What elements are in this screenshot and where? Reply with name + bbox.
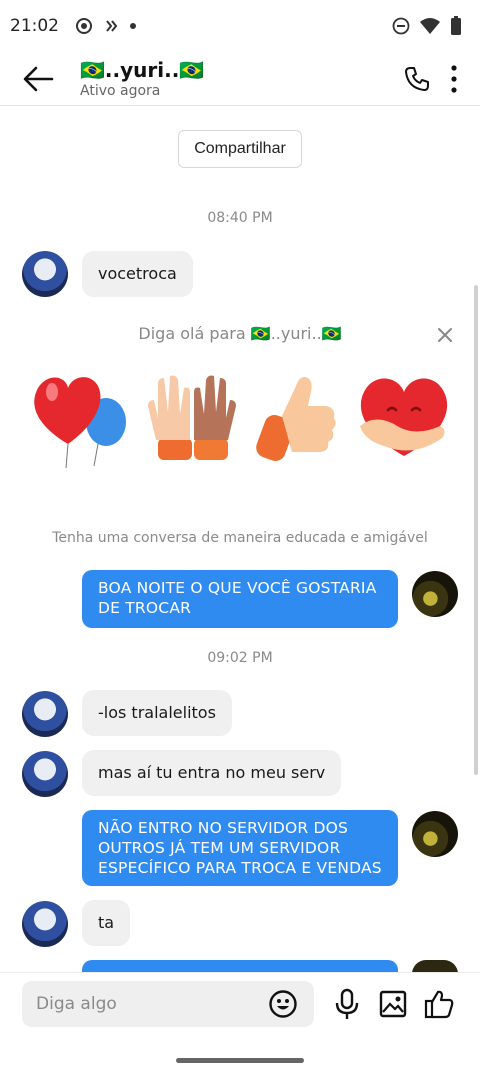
wifi-icon (420, 18, 440, 34)
message-composer: Diga algo (0, 972, 480, 1074)
message-bubble-outgoing[interactable]: NÃO ENTRO NO SERVIDOR DOS OUTROS JÁ TEM … (82, 810, 398, 886)
message-input-placeholder: Diga algo (36, 994, 117, 1014)
message-bubble-incoming[interactable]: mas aí tu entra no meu serv (82, 750, 342, 796)
hugging-heart-sticker[interactable] (354, 366, 454, 470)
home-indicator[interactable] (176, 1058, 304, 1063)
message-text: BOA NOITE O QUE VOCÊ GOSTARIA DE TROCAR (98, 579, 377, 617)
user-avatar[interactable] (412, 811, 458, 857)
close-icon (438, 328, 452, 342)
message-text: -los tralalelitos (98, 703, 216, 722)
message-text: vocetroca (98, 264, 177, 283)
status-left-icons (75, 17, 137, 35)
contact-avatar[interactable] (22, 691, 68, 737)
arrow-left-icon (23, 66, 54, 91)
message-bubble-incoming[interactable]: vocetroca (82, 251, 193, 297)
message-text: ta (98, 913, 115, 932)
message-bubble-incoming[interactable]: -los tralalelitos (82, 690, 232, 736)
share-button[interactable]: Compartilhar (178, 130, 302, 168)
dot-icon (130, 23, 136, 29)
contact-avatar[interactable] (22, 751, 68, 797)
scrollbar[interactable] (474, 285, 478, 775)
timestamp: 08:40 PM (207, 210, 273, 226)
message-bubble-outgoing[interactable]: BOA NOITE O QUE VOCÊ GOSTARIA DE TROCAR (82, 570, 398, 628)
high-five-sticker[interactable] (142, 366, 242, 470)
status-bar: 21:02 (0, 0, 480, 52)
greeting-close-button[interactable] (434, 324, 456, 346)
image-icon (379, 990, 407, 1018)
etiquette-notice: Tenha uma conversa de maneira educada e … (52, 530, 428, 546)
contact-avatar[interactable] (22, 251, 68, 297)
contact-name: 🇧🇷..yuri..🇧🇷 (80, 57, 205, 82)
message-text: NÃO ENTRO NO SERVIDOR DOS OUTROS JÁ TEM … (98, 819, 382, 877)
status-time: 21:02 (10, 16, 59, 36)
microphone-icon (335, 988, 359, 1019)
status-right-icons (392, 16, 462, 36)
contact-avatar[interactable] (22, 901, 68, 947)
do-not-disturb-icon (392, 17, 410, 35)
like-button[interactable] (422, 987, 456, 1021)
app-notification-icon (106, 20, 118, 32)
timestamp: 09:02 PM (207, 650, 273, 666)
header-actions (404, 64, 458, 93)
contact-status: Ativo agora (80, 82, 161, 99)
gallery-button[interactable] (376, 987, 410, 1021)
thumbs-up-icon (424, 990, 454, 1019)
phone-icon[interactable] (404, 66, 430, 92)
emoji-icon[interactable] (268, 989, 298, 1019)
heart-balloons-sticker[interactable] (28, 366, 128, 470)
chat-header: 🇧🇷..yuri..🇧🇷 Ativo agora (0, 52, 480, 106)
back-button[interactable] (16, 57, 60, 101)
microphone-button[interactable] (330, 987, 364, 1021)
contact-info[interactable]: 🇧🇷..yuri..🇧🇷 Ativo agora (80, 58, 204, 100)
greeting-title: Diga olá para 🇧🇷..yuri..🇧🇷 (138, 324, 342, 343)
user-avatar[interactable] (412, 571, 458, 617)
battery-icon (451, 16, 461, 35)
message-bubble-incoming[interactable]: ta (82, 900, 131, 946)
message-text: mas aí tu entra no meu serv (98, 763, 326, 782)
more-options-icon[interactable] (450, 64, 458, 93)
record-icon (76, 18, 92, 34)
message-input[interactable]: Diga algo (22, 981, 314, 1027)
thumbs-up-sticker[interactable] (252, 366, 352, 470)
